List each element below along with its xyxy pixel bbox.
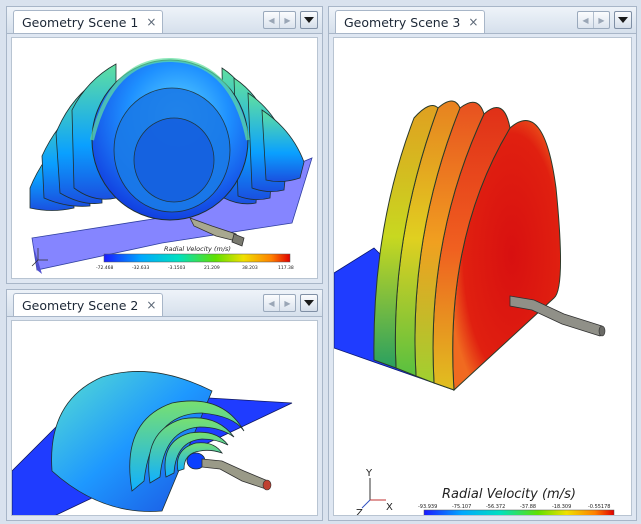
view-menu-button[interactable]	[300, 11, 318, 29]
scene-3-viewport[interactable]: Y X Z Radial Velocity (m/s) -93.939 -75.…	[333, 37, 632, 516]
scene-3-axis-triad: Y X Z	[356, 468, 393, 516]
tab-label: Geometry Scene 1	[22, 14, 139, 30]
geometry-scene-2-panel: Geometry Scene 2 × ◀ ▶	[6, 289, 323, 521]
scene-1-inner-shell	[133, 117, 215, 203]
legend-title: Radial Velocity (m/s)	[164, 245, 231, 253]
tab-nav-group: ◀ ▶	[263, 11, 296, 29]
triangle-down-icon	[304, 17, 314, 23]
legend-tick: -75.107	[452, 504, 471, 510]
scene-1-viewport[interactable]: Radial Velocity (m/s) -72.468 -32.633 -3…	[11, 37, 318, 279]
tab-nav-group: ◀ ▶	[577, 11, 610, 29]
legend-tick: -3.1503	[168, 265, 186, 271]
legend-tick: -72.468	[96, 265, 114, 271]
geometry-scene-1-panel: Geometry Scene 1 × ◀ ▶ Radial Velocity (…	[6, 6, 323, 284]
legend-color-bar	[103, 253, 291, 263]
legend-tick: 21.209	[204, 265, 220, 271]
legend-title: Radial Velocity (m/s)	[442, 487, 576, 502]
scene-2-pipe-end	[262, 479, 272, 491]
geometry-scene-3-panel: Geometry Scene 3 × ◀ ▶ Y X Z Radial Velo…	[328, 6, 637, 521]
scene-1-tabbar: Geometry Scene 1 × ◀ ▶	[7, 7, 322, 34]
scene-1-tab-controls: ◀ ▶	[263, 11, 318, 29]
scene-2-viewport[interactable]	[11, 320, 318, 516]
view-menu-button[interactable]	[614, 11, 632, 29]
scene-3-pipe-end	[598, 325, 606, 337]
scene-2-pipe	[201, 458, 269, 490]
chevron-left-icon[interactable]: ◀	[264, 12, 279, 28]
triangle-down-icon	[304, 300, 314, 306]
scene-2-tabbar: Geometry Scene 2 × ◀ ▶	[7, 290, 322, 317]
chevron-right-icon[interactable]: ▶	[279, 295, 295, 311]
legend-tick: -0.55178	[588, 504, 610, 510]
scene-3-tab-controls: ◀ ▶	[577, 11, 632, 29]
legend-tick: 117.38	[278, 265, 294, 271]
axis-label-y: Y	[365, 468, 373, 479]
legend-tick: -93.939	[418, 504, 437, 510]
scene-1-pipe-end	[231, 233, 245, 247]
scene-3-tabbar: Geometry Scene 3 × ◀ ▶	[329, 7, 636, 34]
tab-label: Geometry Scene 2	[22, 297, 139, 313]
scene-2-tab-controls: ◀ ▶	[263, 294, 318, 312]
chevron-right-icon[interactable]: ▶	[279, 12, 295, 28]
legend-tick: -32.633	[132, 265, 150, 271]
legend-tick: -37.88	[520, 504, 536, 510]
axis-label-z: Z	[356, 508, 363, 516]
chevron-left-icon[interactable]: ◀	[578, 12, 593, 28]
triangle-down-icon	[618, 17, 628, 23]
legend-tick: -56.372	[486, 504, 505, 510]
close-icon[interactable]: ×	[146, 15, 156, 29]
scene-1-fin	[261, 109, 305, 182]
tab-geometry-scene-1[interactable]: Geometry Scene 1 ×	[13, 10, 164, 33]
view-menu-button[interactable]	[300, 294, 318, 312]
tab-nav-group: ◀ ▶	[263, 294, 296, 312]
close-icon[interactable]: ×	[468, 15, 478, 29]
legend-tick: 38.203	[242, 265, 258, 271]
chevron-right-icon[interactable]: ▶	[593, 12, 609, 28]
scene-1-render: Radial Velocity (m/s) -72.468 -32.633 -3…	[29, 57, 313, 274]
tab-label: Geometry Scene 3	[344, 14, 461, 30]
chevron-left-icon[interactable]: ◀	[264, 295, 279, 311]
tab-geometry-scene-3[interactable]: Geometry Scene 3 ×	[335, 10, 486, 33]
scene-2-render	[12, 371, 293, 515]
axis-label-x: X	[386, 502, 393, 513]
tab-geometry-scene-2[interactable]: Geometry Scene 2 ×	[13, 293, 164, 316]
close-icon[interactable]: ×	[146, 298, 156, 312]
legend-tick: -18.309	[552, 504, 571, 510]
scene-3-render: Y X Z Radial Velocity (m/s) -93.939 -75.…	[334, 100, 615, 516]
legend-color-bar	[423, 509, 615, 515]
